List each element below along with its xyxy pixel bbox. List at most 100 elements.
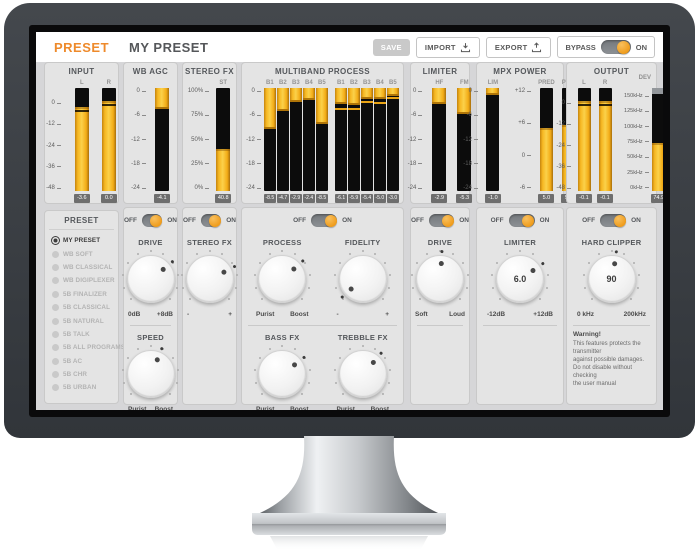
meter-value: -8.5 bbox=[316, 194, 328, 203]
wb-agc-drive-knob[interactable] bbox=[120, 248, 182, 310]
preset-item[interactable]: 5B CLASSICAL bbox=[52, 301, 118, 314]
preset-name-title: MY PRESET bbox=[129, 40, 208, 55]
scale-label: -24 bbox=[556, 143, 571, 149]
input-meters: L-3.6R0.0 bbox=[74, 79, 117, 203]
output-toggle-row: OFF ON bbox=[567, 208, 656, 231]
wb-agc-section: WB AGC 0-6-12-18-24 -4.1 bbox=[123, 62, 178, 204]
radio-icon bbox=[52, 237, 59, 244]
mpx-toggle[interactable] bbox=[509, 214, 535, 227]
stereo-fx-title: STEREO FX bbox=[183, 63, 236, 79]
stereo-fx-toggle[interactable] bbox=[201, 214, 221, 227]
stereo-fx-knob[interactable] bbox=[179, 248, 241, 310]
hard-clipper-control: HARD CLIPPER 90 0 kHz 200kHz bbox=[567, 231, 656, 318]
wb-agc-scale: 0-6-12-18-24 bbox=[131, 88, 146, 191]
meter-label: R bbox=[603, 79, 607, 88]
bypass-toggle[interactable] bbox=[601, 40, 631, 54]
preset-item[interactable]: 5B URBAN bbox=[52, 381, 118, 394]
meter-fill bbox=[277, 88, 289, 111]
preset-item[interactable]: 5B FINALIZER bbox=[52, 288, 118, 301]
scale-label: -18 bbox=[246, 161, 261, 167]
bass-fx-knob[interactable] bbox=[251, 343, 313, 405]
off-label: OFF bbox=[124, 217, 137, 224]
scale-label: 150kHz bbox=[624, 93, 649, 99]
meter-bar bbox=[102, 88, 116, 191]
wb-agc-meters: -4.1 bbox=[154, 79, 170, 203]
preset-item-label: 5B TALK bbox=[63, 331, 90, 338]
fidelity-knob[interactable] bbox=[332, 248, 394, 310]
scale-label: -24 bbox=[131, 185, 146, 191]
on-label: ON bbox=[342, 217, 352, 224]
output-toggle[interactable] bbox=[600, 214, 626, 227]
preset-item[interactable]: 5B CHR bbox=[52, 368, 118, 381]
wb-agc-toggle[interactable] bbox=[142, 214, 162, 227]
knob-min-label: -12dB bbox=[487, 311, 505, 318]
meter-value: 40.8 bbox=[215, 194, 231, 203]
limiter-drive-knob[interactable] bbox=[409, 248, 471, 310]
meter-bar bbox=[374, 88, 386, 191]
bypass-state-label: ON bbox=[636, 43, 647, 52]
meter-fill bbox=[348, 88, 360, 105]
multiband-group-b: B1-6.1B2-5.9B3-5.4B4-5.0B5-3.0 bbox=[335, 79, 399, 203]
process-control: PROCESS Purist Boost bbox=[242, 231, 323, 318]
mpx-power-title: MPX POWER bbox=[477, 63, 563, 79]
export-button[interactable]: EXPORT bbox=[486, 37, 552, 58]
limiter-drive-control: DRIVE Soft Loud bbox=[411, 231, 469, 318]
monitor-bezel: PRESET MY PRESET SAVE IMPORT EXPORT bbox=[4, 3, 695, 438]
off-label: OFF bbox=[183, 217, 196, 224]
preset-item[interactable]: 5B NATURAL bbox=[52, 314, 118, 327]
knob-max-label: + bbox=[228, 311, 232, 318]
wb-agc-speed-knob[interactable] bbox=[120, 343, 182, 405]
multiband-toggle[interactable] bbox=[311, 214, 337, 227]
scale-label: 25% bbox=[188, 161, 209, 167]
hard-clipper-knob[interactable]: 90 bbox=[581, 248, 643, 310]
process-knob[interactable] bbox=[251, 248, 313, 310]
meter-bar bbox=[486, 88, 499, 191]
wb-agc-controls: OFF ON DRIVE 0dB +8dB SPEED bbox=[123, 207, 178, 405]
preset-item[interactable]: 5B ALL PROGRAMS bbox=[52, 341, 118, 354]
meter-ST: ST40.8 bbox=[215, 79, 231, 203]
preset-item[interactable]: 5B AC bbox=[52, 355, 118, 368]
on-label: ON bbox=[631, 217, 641, 224]
preset-item-label: WB CLASSICAL bbox=[63, 264, 112, 271]
limiter-title: LIMITER bbox=[411, 63, 469, 79]
meter-bar bbox=[387, 88, 399, 191]
meter-value: -2.9 bbox=[431, 194, 447, 203]
scale-label: 100kHz bbox=[624, 124, 649, 130]
divider bbox=[483, 325, 557, 326]
save-button[interactable]: SAVE bbox=[373, 39, 410, 56]
scale-label: -18 bbox=[131, 161, 146, 167]
multiband-controls: OFF ON PROCESS Purist Boost bbox=[241, 207, 404, 405]
preset-item[interactable]: 5B TALK bbox=[52, 328, 118, 341]
scale-label: -24 bbox=[463, 185, 478, 191]
limiter-toggle[interactable] bbox=[429, 214, 454, 227]
radio-icon bbox=[52, 277, 59, 284]
wb-agc-title: WB AGC bbox=[124, 63, 177, 79]
preset-item[interactable]: WB CLASSICAL bbox=[52, 261, 118, 274]
knob-pointer bbox=[110, 334, 191, 410]
preset-item[interactable]: MY PRESET bbox=[52, 234, 118, 247]
meter-value: -6.1 bbox=[335, 194, 347, 203]
bypass-label: BYPASS bbox=[565, 43, 595, 52]
trebble-fx-knob[interactable] bbox=[332, 343, 394, 405]
meter-bar bbox=[277, 88, 289, 191]
output-section: OUTPUT DEV 0-12-24-36-48 L-0.1R-0.1 150k… bbox=[566, 62, 657, 204]
brand-label: PRESET bbox=[54, 40, 109, 55]
stereo-fx-control: STEREO FX - + bbox=[183, 231, 236, 318]
scale-label: 0 bbox=[408, 88, 423, 94]
mpx-limiter-knob[interactable]: 6.0 bbox=[489, 248, 551, 310]
scale-label: 0 bbox=[246, 88, 261, 94]
preset-item[interactable]: WB SOFT bbox=[52, 247, 118, 260]
meter-bar bbox=[652, 88, 663, 191]
scale-label: -6 bbox=[515, 185, 531, 191]
meter-fill bbox=[540, 128, 553, 191]
limiter-section: LIMITER 0-6-12-18-24 HF-2.9FM-5.3 bbox=[410, 62, 470, 204]
meter-value: -5.4 bbox=[361, 194, 373, 203]
limiter-scale: 0-6-12-18-24 bbox=[408, 88, 423, 191]
mpx-power-section: MPX POWER 0-6-12-18-24 LIM-1.0 +12+60-6 … bbox=[476, 62, 564, 204]
preset-item-label: MY PRESET bbox=[63, 237, 100, 244]
import-button[interactable]: IMPORT bbox=[416, 37, 480, 58]
radio-icon bbox=[52, 318, 59, 325]
meter-value: -3.0 bbox=[387, 194, 399, 203]
meter-value: 0.0 bbox=[101, 194, 117, 203]
on-label: ON bbox=[226, 217, 236, 224]
